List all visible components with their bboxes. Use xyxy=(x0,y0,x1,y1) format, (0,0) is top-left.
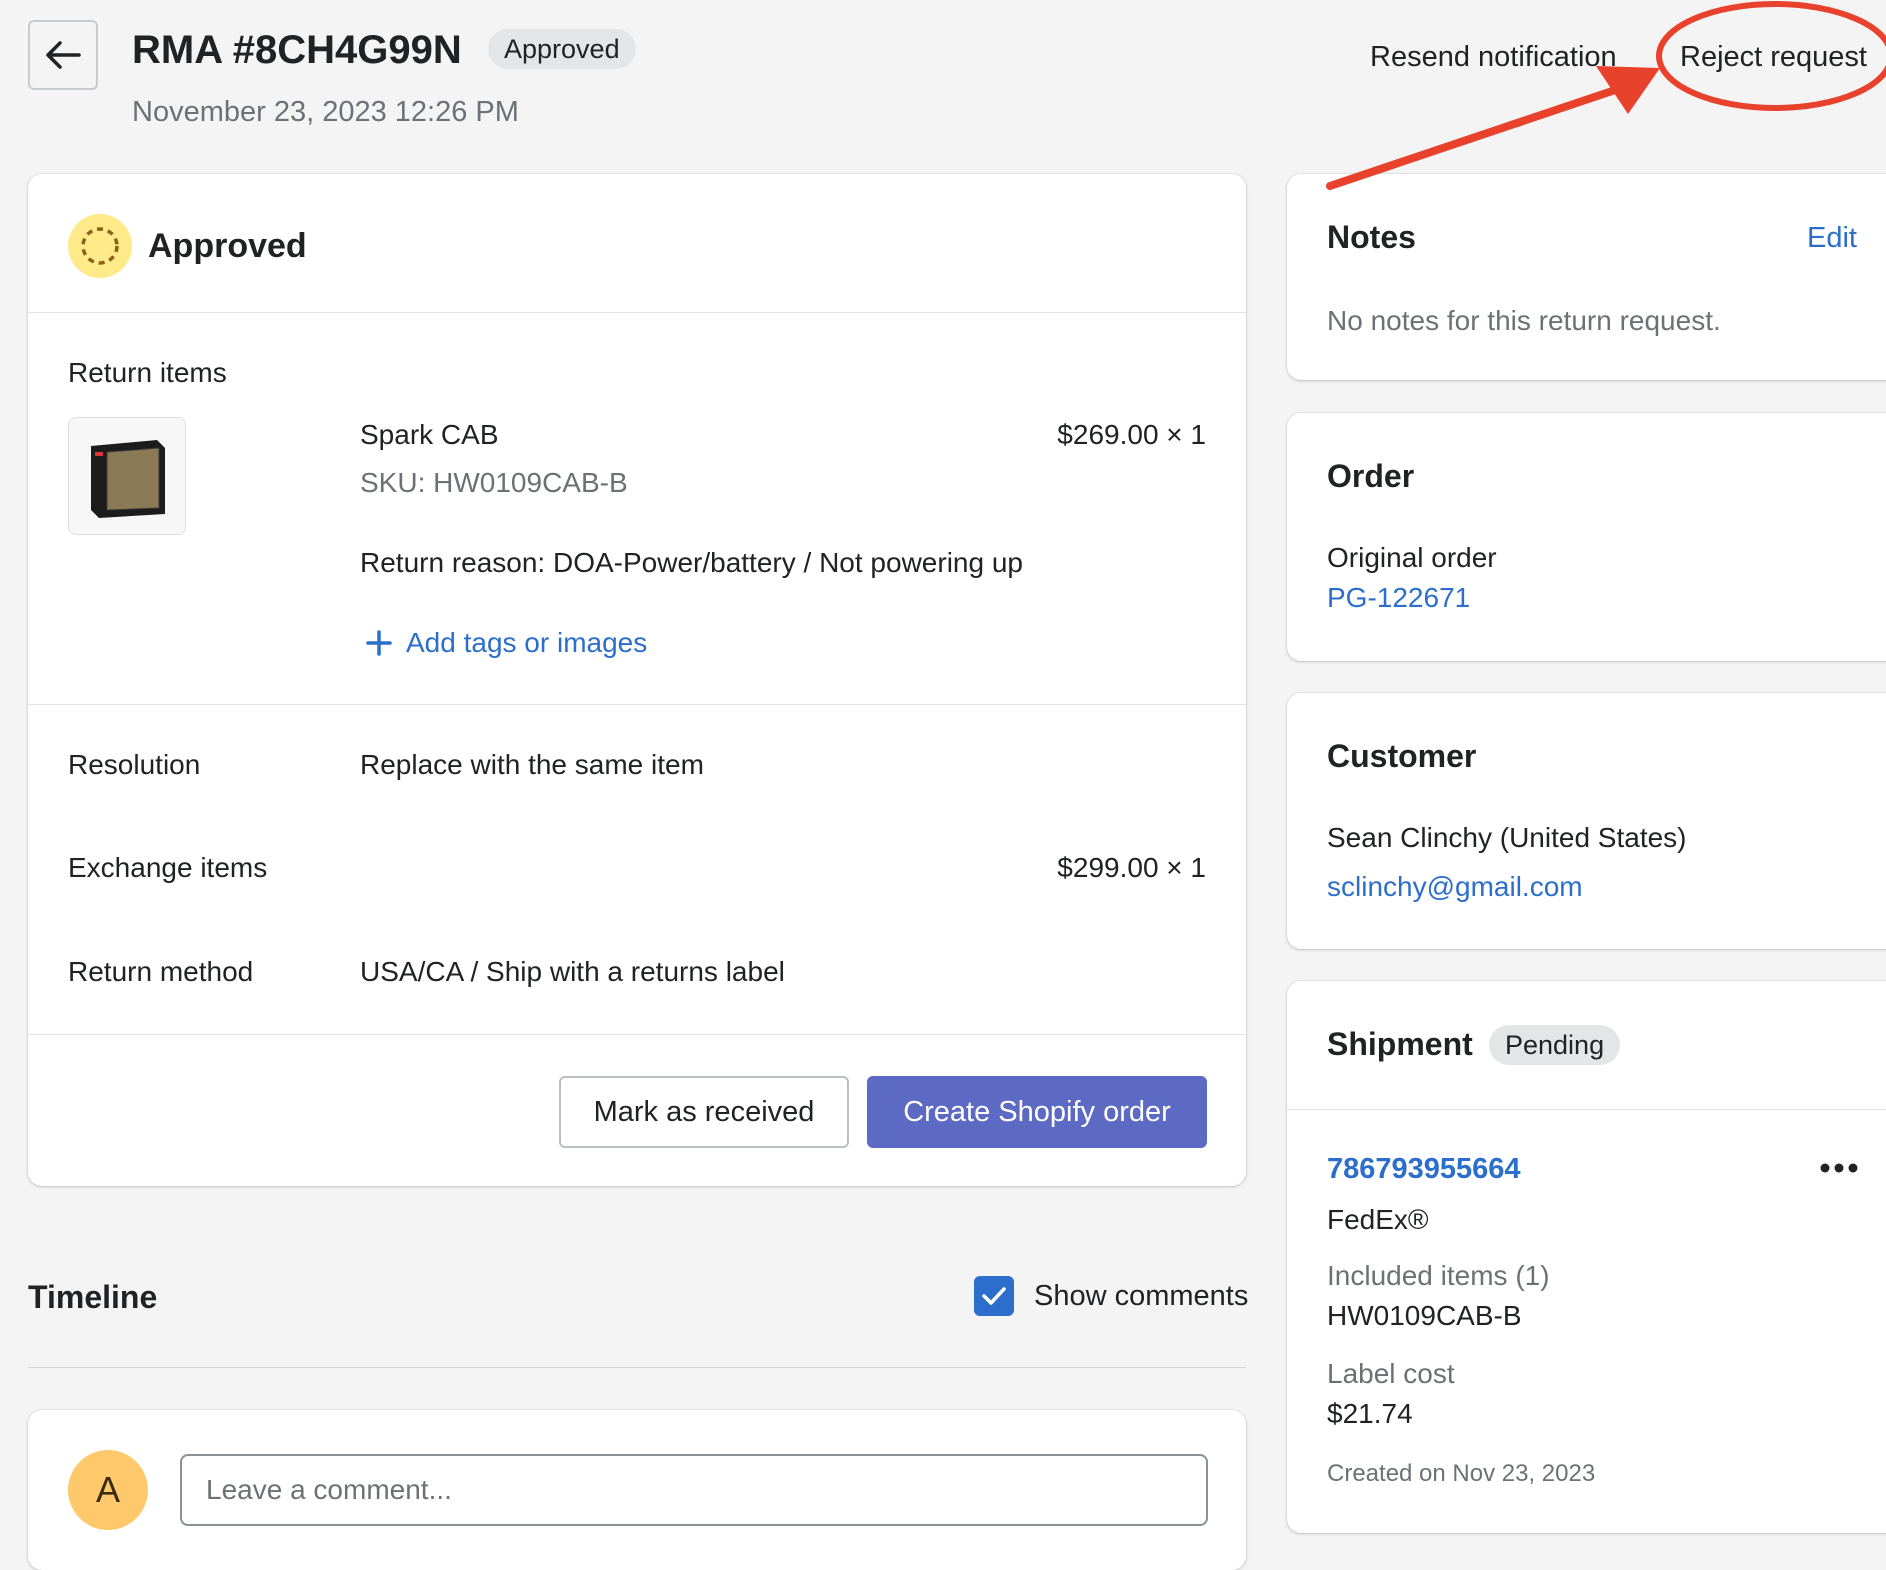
create-shopify-order-button[interactable]: Create Shopify order xyxy=(867,1076,1207,1148)
progress-circle-icon xyxy=(81,227,119,265)
notes-title: Notes xyxy=(1327,219,1416,255)
return-items-label: Return items xyxy=(68,357,227,388)
notes-edit-link[interactable]: Edit xyxy=(1807,220,1857,256)
product-sku: SKU: HW0109CAB-B xyxy=(360,467,628,498)
product-thumbnail xyxy=(68,417,186,535)
status-badge: Approved xyxy=(488,29,636,69)
page-title: RMA #8CH4G99N xyxy=(132,28,462,72)
divider xyxy=(28,1034,1246,1035)
shipment-created-date: Created on Nov 23, 2023 xyxy=(1327,1460,1596,1487)
return-method-value: USA/CA / Ship with a returns label xyxy=(360,956,785,987)
timeline-title: Timeline xyxy=(28,1279,158,1315)
mark-as-received-button[interactable]: Mark as received xyxy=(559,1076,849,1148)
notes-card: Notes Edit No notes for this return requ… xyxy=(1287,174,1886,380)
product-name: Spark CAB xyxy=(360,419,499,450)
avatar: A xyxy=(68,1450,148,1530)
plus-icon xyxy=(366,630,392,656)
timeline-divider xyxy=(28,1367,1246,1368)
original-order-link[interactable]: PG-122671 xyxy=(1327,581,1470,615)
carrier-name: FedEx® xyxy=(1327,1204,1429,1235)
exchange-price: $299.00 × 1 xyxy=(1057,852,1206,883)
divider xyxy=(28,704,1246,705)
order-title: Order xyxy=(1327,458,1415,494)
checkbox-checked-icon[interactable] xyxy=(974,1276,1014,1316)
rma-details-card: Approved Return items Spark CAB $269.00 … xyxy=(28,174,1246,1186)
add-tags-label: Add tags or images xyxy=(406,627,648,658)
divider xyxy=(1287,1109,1886,1110)
notes-body: No notes for this return request. xyxy=(1327,305,1721,336)
resolution-value: Replace with the same item xyxy=(360,749,704,780)
show-comments-checkbox[interactable]: Show comments xyxy=(974,1276,1248,1316)
included-items-label: Included items (1) xyxy=(1327,1260,1550,1291)
exchange-items-label: Exchange items xyxy=(68,852,268,883)
order-card: Order Original order PG-122671 xyxy=(1287,413,1886,661)
resend-notification-button[interactable]: Resend notification xyxy=(1370,39,1617,75)
card-status-heading: Approved xyxy=(148,227,307,265)
customer-email[interactable]: sclinchy@gmail.com xyxy=(1327,870,1583,904)
comment-card: A xyxy=(28,1410,1246,1570)
rma-date: November 23, 2023 12:26 PM xyxy=(132,96,519,128)
show-comments-label: Show comments xyxy=(1034,1280,1249,1312)
resolution-label: Resolution xyxy=(68,749,201,780)
back-button[interactable] xyxy=(28,20,98,90)
customer-card: Customer Sean Clinchy (United States) sc… xyxy=(1287,693,1886,949)
add-tags-link[interactable]: Add tags or images xyxy=(366,626,647,660)
back-arrow-icon xyxy=(46,41,81,69)
label-cost-label: Label cost xyxy=(1327,1358,1455,1389)
status-circle xyxy=(68,214,132,278)
original-order-label: Original order xyxy=(1327,542,1497,573)
label-cost-value: $21.74 xyxy=(1327,1398,1413,1429)
customer-name: Sean Clinchy (United States) xyxy=(1327,822,1687,853)
customer-title: Customer xyxy=(1327,738,1477,774)
return-method-label: Return method xyxy=(68,956,254,987)
return-reason: Return reason: DOA-Power/battery / Not p… xyxy=(360,547,1023,578)
comment-input[interactable] xyxy=(180,1454,1208,1526)
product-price: $269.00 × 1 xyxy=(1057,419,1206,450)
tracking-number-link[interactable]: 786793955664 xyxy=(1327,1151,1521,1187)
reject-request-button[interactable]: Reject request xyxy=(1680,39,1867,75)
shipment-status-badge: Pending xyxy=(1489,1025,1621,1065)
shipment-card: Shipment Pending 786793955664 FedEx® Inc… xyxy=(1287,981,1886,1533)
annotation-arrow-line xyxy=(1326,81,1634,190)
avatar-initial: A xyxy=(95,1469,120,1510)
more-horizontal-icon[interactable] xyxy=(1819,1161,1859,1175)
included-items-value: HW0109CAB-B xyxy=(1327,1300,1522,1331)
divider xyxy=(28,312,1246,313)
shipment-title: Shipment xyxy=(1327,1026,1473,1062)
